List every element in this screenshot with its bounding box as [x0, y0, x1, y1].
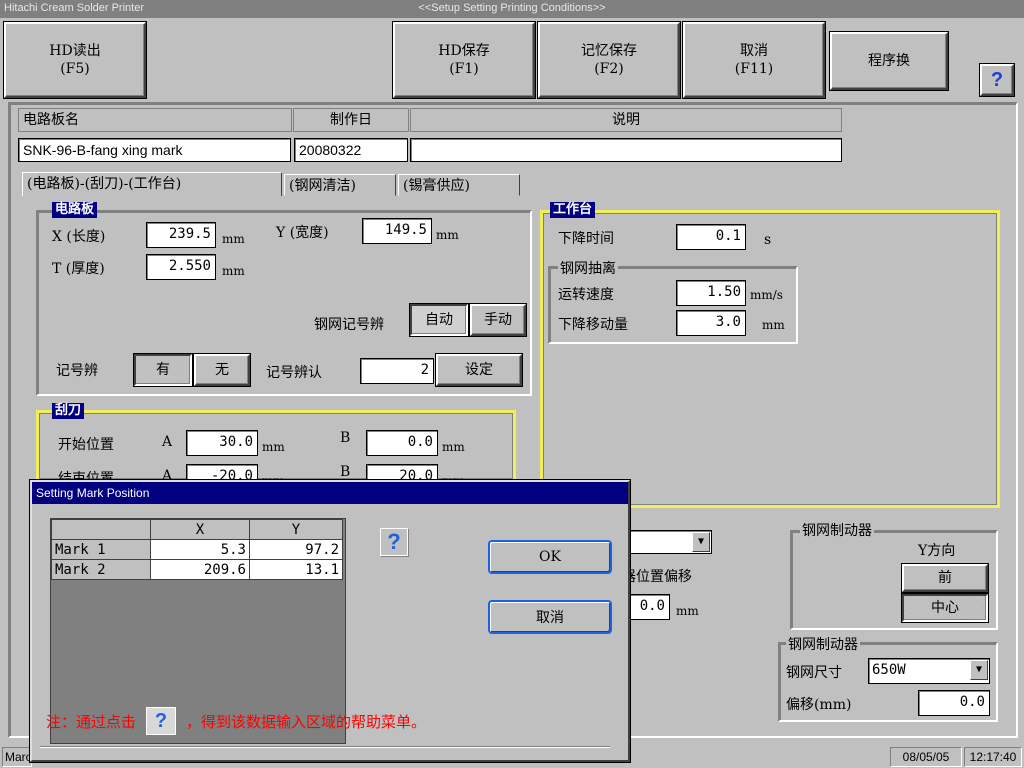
board-name-field[interactable]: SNK-96-B-fang xing mark — [18, 138, 291, 162]
setting-mark-position-dialog: Setting Mark Position X Y Mark 1 5.3 97.… — [30, 480, 630, 762]
tab-stencil-clean[interactable]: (钢网清洁) — [284, 174, 396, 196]
mark-1-name: Mark 1 — [51, 539, 151, 560]
chevron-down-icon: ▼ — [970, 660, 988, 680]
table-corner — [51, 519, 151, 540]
board-group-title: 电路板 — [52, 202, 98, 218]
stencil-stopper-y-title: 钢网制动器 — [800, 520, 874, 540]
description-field[interactable] — [410, 138, 842, 162]
tab-board-squeegee-table[interactable]: (电路板)-(刮刀)-(工作台) — [22, 172, 282, 196]
start-a-label: A — [162, 434, 173, 450]
x-length-field[interactable]: 239.5 — [146, 222, 216, 248]
start-position-label: 开始位置 — [58, 437, 114, 453]
y-width-label: Y (宽度) — [276, 225, 329, 241]
help-question-icon[interactable]: ? — [380, 528, 408, 556]
start-b-unit: mm — [442, 440, 465, 454]
tab-paste-supply[interactable]: (锡膏供应) — [398, 174, 520, 196]
auto-button[interactable]: 自动 — [410, 304, 468, 336]
ok-button[interactable]: OK — [488, 540, 612, 574]
down-time-unit: s — [764, 232, 772, 248]
status-time: 12:17:40 — [964, 747, 1022, 767]
mark-confirm-label: 记号辨认 — [266, 365, 322, 381]
down-time-field[interactable]: 0.1 — [676, 224, 746, 250]
help-note: 注：通过点击 ? ，得到该数据输入区域的帮助菜单。 — [46, 706, 606, 736]
program-switch-button[interactable]: 程序换 — [830, 32, 948, 90]
work-table-group — [540, 210, 1000, 508]
col-x-header: X — [150, 519, 250, 540]
end-b-label: B — [340, 464, 351, 480]
window-title: <<Setup Setting Printing Conditions>> — [418, 2, 606, 14]
mark-2-y-cell[interactable]: 13.1 — [249, 559, 343, 580]
thickness-label: T (厚度) — [52, 261, 105, 277]
y-width-unit: mm — [436, 228, 459, 242]
partial-offset-unit: mm — [676, 604, 699, 618]
hd-save-button[interactable]: HD保存 (F1) — [393, 22, 535, 98]
stencil-stopper-size-title: 钢网制动器 — [786, 634, 860, 654]
dialog-title: Setting Mark Position — [32, 482, 628, 504]
work-table-group-title: 工作台 — [550, 202, 596, 218]
note-suffix: ，得到该数据输入区域的帮助菜单。 — [186, 712, 427, 731]
x-length-label: X (长度) — [52, 229, 106, 245]
note-prefix: 注：通过点击 — [46, 712, 137, 731]
stencil-separation-title: 钢网抽离 — [558, 258, 618, 278]
mark-no-button[interactable]: 无 — [194, 354, 250, 386]
col-y-header: Y — [249, 519, 343, 540]
stencil-size-value: 650W — [872, 662, 906, 678]
x-length-unit: mm — [222, 232, 245, 246]
stopper-offset-field[interactable]: 0.0 — [918, 690, 990, 716]
set-button[interactable]: 设定 — [436, 354, 522, 386]
status-date: 08/05/05 — [890, 747, 962, 767]
speed-field[interactable]: 1.50 — [676, 280, 746, 306]
partial-offset-label: 器位置偏移 — [622, 569, 692, 585]
stopper-offset-label: 偏移(mm) — [786, 697, 852, 713]
down-time-label: 下降时间 — [558, 231, 614, 247]
mark-2-x-cell[interactable]: 209.6 — [150, 559, 250, 580]
dialog-cancel-button[interactable]: 取消 — [488, 600, 612, 634]
speed-label: 运转速度 — [558, 287, 614, 303]
start-a-field[interactable]: 30.0 — [186, 430, 258, 456]
squeegee-group-title: 刮刀 — [52, 403, 85, 419]
mark-2-name: Mark 2 — [51, 559, 151, 580]
date-field[interactable]: 20080322 — [294, 138, 408, 162]
stencil-size-select[interactable]: 650W ▼ — [868, 658, 990, 684]
window-titlebar: Hitachi Cream Solder Printer <<Setup Set… — [0, 0, 1024, 18]
chevron-down-icon: ▼ — [692, 532, 710, 552]
manual-button[interactable]: 手动 — [470, 304, 526, 336]
stencil-mark-label: 钢网记号辨 — [314, 317, 384, 333]
dialog-separator — [40, 746, 610, 748]
mark-table: X Y Mark 1 5.3 97.2 Mark 2 209.6 13.1 — [51, 519, 343, 580]
start-a-unit: mm — [262, 440, 285, 454]
status-message: Marc — [2, 747, 32, 767]
mark-confirm-field[interactable]: 2 — [360, 358, 434, 384]
table-row: Mark 1 5.3 97.2 — [51, 539, 343, 560]
front-button[interactable]: 前 — [902, 564, 988, 592]
note-help-icon: ? — [146, 707, 177, 735]
down-move-label: 下降移动量 — [558, 317, 628, 333]
cancel-button[interactable]: 取消 (F11) — [683, 22, 825, 98]
center-button[interactable]: 中心 — [902, 594, 988, 622]
y-direction-label: Y方向 — [918, 543, 956, 559]
mark-yes-button[interactable]: 有 — [134, 354, 192, 386]
mark-1-x-cell[interactable]: 5.3 — [150, 539, 250, 560]
start-b-label: B — [340, 430, 351, 446]
start-b-field[interactable]: 0.0 — [366, 430, 438, 456]
date-header: 制作日 — [293, 108, 409, 132]
board-name-header: 电路板名 — [18, 108, 292, 132]
thickness-field[interactable]: 2.550 — [146, 254, 216, 280]
stencil-size-label: 钢网尺寸 — [786, 665, 842, 681]
y-width-field[interactable]: 149.5 — [362, 218, 432, 244]
hd-read-button[interactable]: HD读出 (F5) — [4, 22, 146, 98]
memory-save-button[interactable]: 记忆保存 (F2) — [538, 22, 680, 98]
mark-recognition-label: 记号辨 — [56, 363, 98, 379]
help-icon[interactable]: ? — [980, 64, 1014, 96]
table-row: Mark 2 209.6 13.1 — [51, 559, 343, 580]
down-move-unit: mm — [762, 318, 785, 332]
thickness-unit: mm — [222, 264, 245, 278]
description-header: 说明 — [410, 108, 842, 132]
mark-1-y-cell[interactable]: 97.2 — [249, 539, 343, 560]
down-move-field[interactable]: 3.0 — [676, 310, 746, 336]
speed-unit: mm/s — [750, 288, 783, 302]
